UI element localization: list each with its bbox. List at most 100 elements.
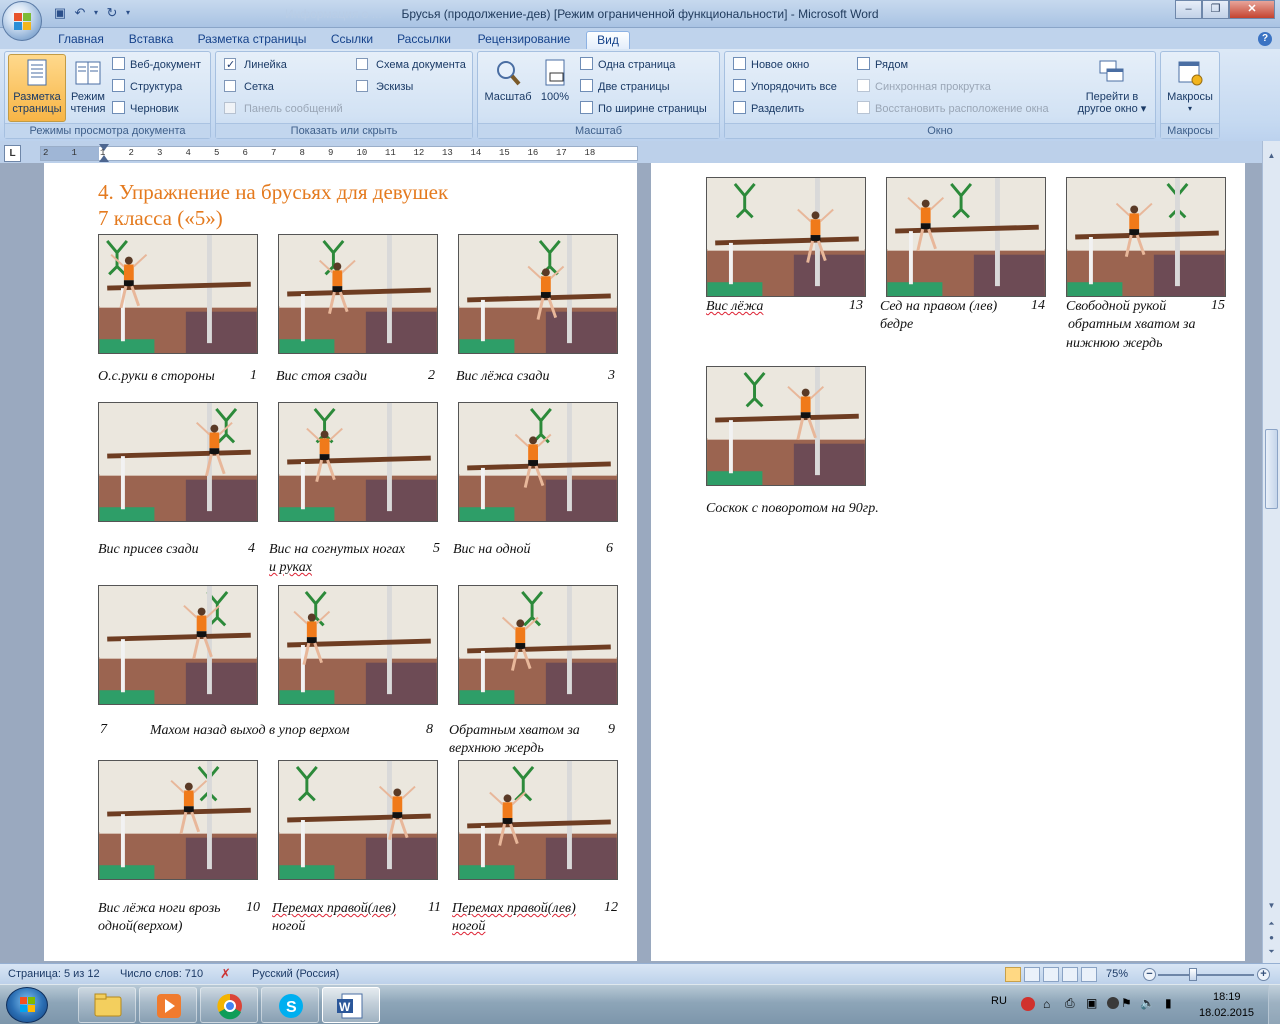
network-icon[interactable]: ▮ [1165, 996, 1172, 1010]
group-label-show: Показать или скрыть [216, 123, 472, 138]
grid-checkbox[interactable]: Сетка [224, 78, 274, 97]
exercise-photo[interactable] [706, 366, 866, 486]
exercise-photo[interactable] [278, 585, 438, 705]
exercise-photo[interactable] [1066, 177, 1226, 297]
exercise-photo[interactable] [278, 760, 438, 880]
web-layout-icon [112, 57, 125, 70]
word-count[interactable]: Число слов: 710 [120, 968, 203, 980]
exercise-photo[interactable] [98, 402, 258, 522]
tab-insert[interactable]: Вставка [120, 31, 182, 49]
side-by-side-button[interactable]: Рядом [857, 56, 908, 75]
tab-references[interactable]: Ссылки [322, 31, 382, 49]
zoom-in-icon[interactable]: + [1257, 968, 1270, 981]
draft-button[interactable]: Черновик [112, 100, 179, 119]
skype-taskbar-button[interactable]: S [261, 987, 319, 1023]
tab-selector-button[interactable]: L [4, 145, 21, 162]
page-count[interactable]: Страница: 5 из 12 [8, 968, 100, 980]
status-icon[interactable] [1107, 997, 1119, 1009]
exercise-photo[interactable] [706, 177, 866, 297]
word-taskbar-button[interactable]: W [322, 987, 380, 1023]
view-print-layout-icon[interactable] [1005, 967, 1021, 982]
new-window-button[interactable]: Новое окно [733, 56, 809, 75]
caption-number-8: 8 [426, 722, 433, 737]
tray-app-icon[interactable]: ⌂ [1043, 997, 1050, 1011]
start-button[interactable] [6, 987, 48, 1023]
exercise-photo[interactable] [458, 402, 618, 522]
tab-home[interactable]: Главная [50, 31, 112, 49]
document-map-checkbox[interactable]: Схема документа [356, 56, 466, 75]
exercise-photo[interactable] [98, 585, 258, 705]
tab-mailings[interactable]: Рассылки [390, 31, 458, 49]
tab-view[interactable]: Вид [586, 31, 630, 49]
show-desktop-button[interactable] [1268, 985, 1280, 1024]
outline-button[interactable]: Структура [112, 78, 182, 97]
horizontal-ruler[interactable]: 2 1 1 2 3 4 5 6 7 8 9 10 11 12 13 14 15 16 17 18 [40, 144, 638, 162]
scroll-thumb[interactable] [1265, 429, 1278, 509]
caption-2: Вис стоя сзади [276, 369, 367, 384]
two-pages-button[interactable]: Две страницы [580, 78, 670, 97]
media-player-taskbar-button[interactable] [139, 987, 197, 1023]
new-window-label: Новое окно [751, 59, 810, 71]
title-bar: ▣ ↶ ▾ ↻ ▾ Информация о ... Брусья (продо… [0, 0, 1280, 28]
zoom-out-icon[interactable]: − [1143, 968, 1156, 981]
zoom-slider-thumb[interactable] [1189, 968, 1197, 981]
thumbnails-checkbox[interactable]: Эскизы [356, 78, 413, 97]
exercise-photo[interactable] [458, 234, 618, 354]
view-draft-icon[interactable] [1081, 967, 1097, 982]
zoom-slider-track[interactable] [1158, 974, 1254, 976]
zoom-button[interactable]: Масштаб [481, 54, 535, 122]
scroll-down-icon[interactable]: ▼ [1264, 901, 1279, 915]
device-icon[interactable]: ▣ [1086, 996, 1097, 1010]
browse-object-icon[interactable]: ● [1264, 933, 1279, 947]
close-button[interactable]: ✕ [1229, 0, 1275, 19]
split-button[interactable]: Разделить [733, 100, 804, 119]
view-full-reading-icon[interactable] [1024, 967, 1040, 982]
tab-page-layout[interactable]: Разметка страницы [190, 31, 314, 49]
vertical-scrollbar[interactable]: ▲ ▼ ⏶ ● ⏷ [1262, 141, 1280, 963]
switch-window-button[interactable]: Перейти в другое окно ▾ [1073, 54, 1151, 122]
scroll-up-icon[interactable]: ▲ [1264, 151, 1279, 165]
volume-icon[interactable]: 🔈 [1140, 996, 1155, 1010]
caption-number-7: 7 [100, 722, 107, 737]
one-page-button[interactable]: Одна страница [580, 56, 675, 75]
macros-button[interactable]: Макросы ▾ [1163, 54, 1217, 122]
exercise-photo[interactable] [98, 234, 258, 354]
explorer-taskbar-button[interactable] [78, 987, 136, 1023]
exercise-photo[interactable] [278, 402, 438, 522]
arrange-all-button[interactable]: Упорядочить все [733, 78, 837, 97]
magnifier-icon [497, 61, 521, 86]
printer-icon[interactable]: ⎙ [1065, 996, 1075, 1011]
exercise-photo[interactable] [458, 585, 618, 705]
reading-mode-button[interactable]: Режим чтения [67, 54, 109, 122]
exercise-photo[interactable] [98, 760, 258, 880]
tab-review[interactable]: Рецензирование [468, 31, 580, 49]
chrome-taskbar-button[interactable] [200, 987, 258, 1023]
clock-time[interactable]: 18:19 [1213, 991, 1241, 1003]
language-status[interactable]: Русский (Россия) [252, 968, 339, 980]
zoom-level[interactable]: 75% [1106, 968, 1128, 980]
macros-dropdown-icon: ▾ [1187, 104, 1192, 113]
previous-page-icon[interactable]: ⏶ [1264, 919, 1279, 933]
next-page-icon[interactable]: ⏷ [1264, 947, 1279, 961]
restore-button[interactable]: ❐ [1202, 0, 1229, 19]
exercise-photo[interactable] [278, 234, 438, 354]
help-icon[interactable]: ? [1258, 32, 1272, 46]
action-center-flag-icon[interactable]: ⚑ [1121, 996, 1132, 1010]
document-map-label: Схема документа [376, 59, 466, 71]
language-indicator[interactable]: RU [991, 995, 1007, 1007]
page-width-button[interactable]: По ширине страницы [580, 100, 707, 119]
exercise-photo[interactable] [458, 760, 618, 880]
web-layout-button[interactable]: Веб-документ [112, 56, 201, 75]
proofing-icon[interactable]: ✗ [220, 966, 231, 982]
view-web-layout-icon[interactable] [1043, 967, 1059, 982]
minimize-button[interactable]: – [1175, 0, 1202, 19]
exercise-photo[interactable] [886, 177, 1046, 297]
office-button[interactable] [2, 1, 42, 41]
print-layout-button[interactable]: Разметка страницы [8, 54, 66, 122]
ruler-checkbox[interactable]: Линейка [224, 56, 287, 75]
switch-window-label2: другое окно ▾ [1077, 103, 1147, 115]
view-outline-icon[interactable] [1062, 967, 1078, 982]
antivirus-icon[interactable] [1021, 997, 1035, 1011]
clock-date[interactable]: 18.02.2015 [1199, 1007, 1254, 1019]
zoom-100-button[interactable]: 100% [536, 54, 574, 122]
